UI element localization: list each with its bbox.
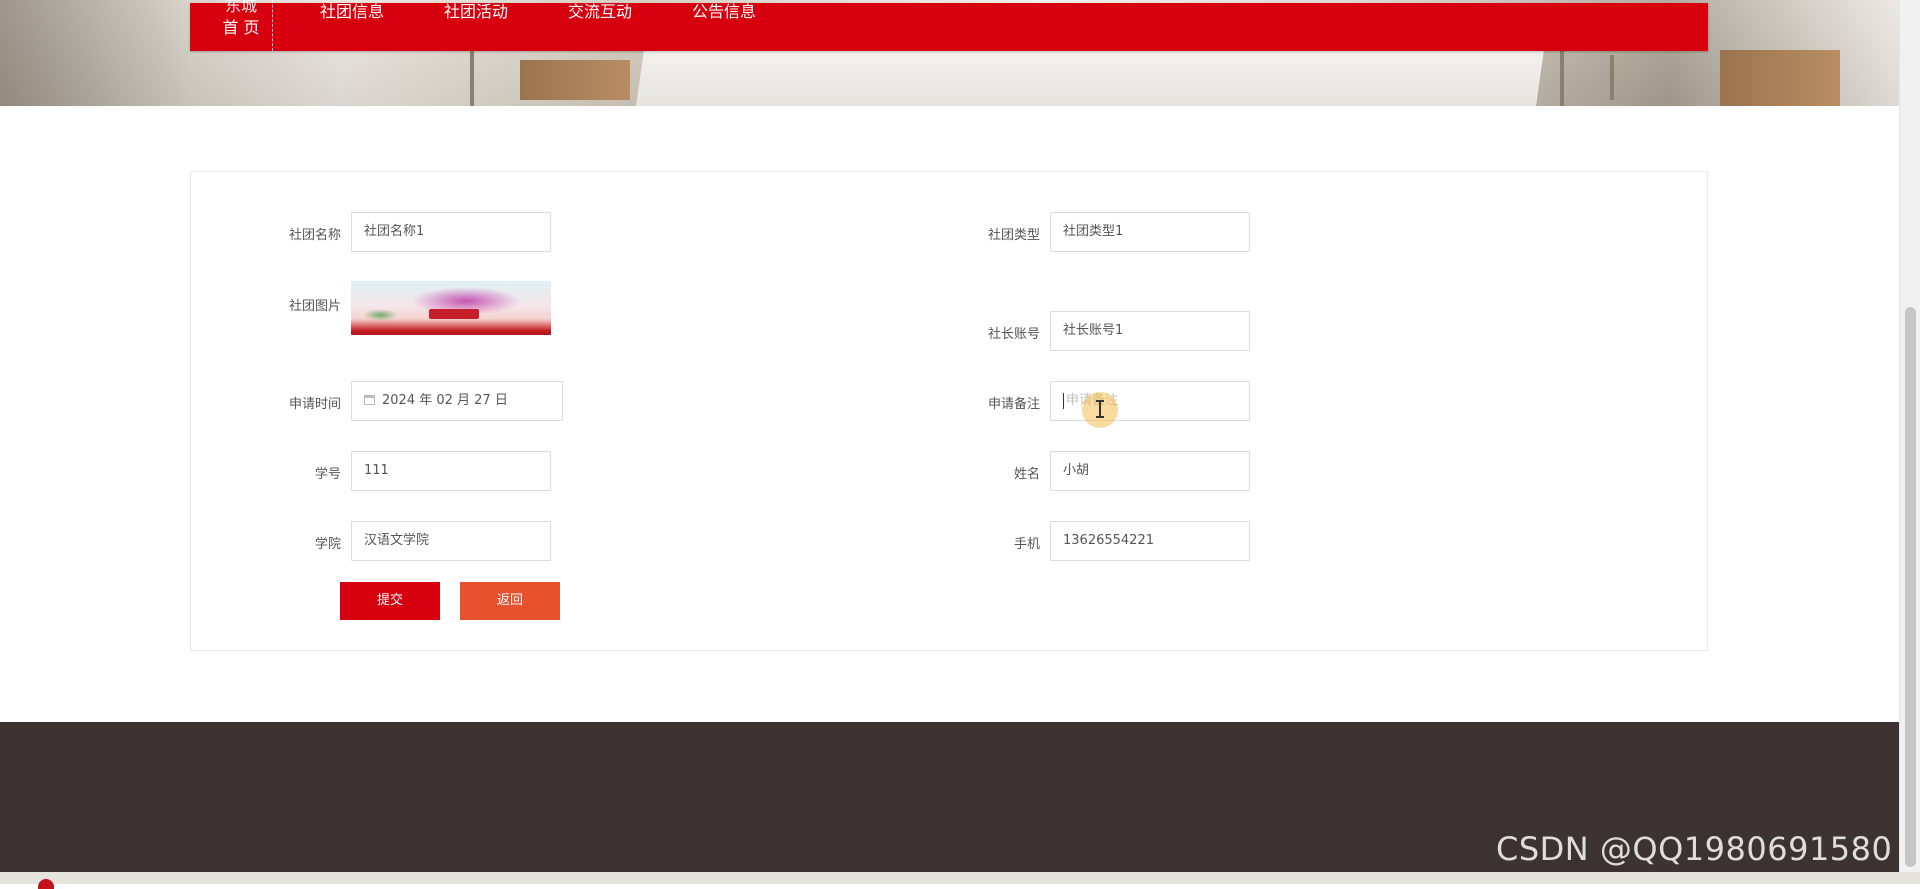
taskbar-strip bbox=[0, 872, 1920, 884]
name-input[interactable]: 小胡 bbox=[1050, 451, 1250, 491]
nav-home[interactable]: 东城 首 页 bbox=[210, 0, 273, 51]
president-account-label: 社长账号 bbox=[987, 327, 1040, 342]
apply-time-value: 2024 年 02 月 27 日 bbox=[382, 393, 508, 408]
ibeam-cursor-icon bbox=[1096, 400, 1104, 418]
banner-floor bbox=[1720, 50, 1840, 106]
nav-club-activities[interactable]: 社团活动 bbox=[444, 3, 508, 33]
nav-home-label: 首 页 bbox=[222, 18, 260, 37]
banner-chair-leg bbox=[1560, 50, 1564, 106]
banner-table bbox=[636, 50, 1544, 106]
college-input[interactable]: 汉语文学院 bbox=[351, 521, 551, 561]
club-image-thumbnail[interactable] bbox=[351, 281, 551, 335]
nav-club-info[interactable]: 社团信息 bbox=[320, 3, 384, 33]
scrollbar-thumb[interactable] bbox=[1905, 307, 1916, 867]
thumbnail-foliage bbox=[363, 309, 398, 321]
club-name-input[interactable]: 社团名称1 bbox=[351, 212, 551, 252]
banner-table-wood bbox=[520, 60, 630, 100]
club-type-input[interactable]: 社团类型1 bbox=[1050, 212, 1250, 252]
banner-chair-leg bbox=[1610, 55, 1614, 100]
phone-label: 手机 bbox=[1013, 537, 1040, 552]
apply-time-label: 申请时间 bbox=[288, 397, 341, 412]
csdn-watermark: CSDN @QQ1980691580 bbox=[1496, 830, 1893, 868]
apply-note-label: 申请备注 bbox=[987, 397, 1040, 412]
club-image-label: 社团图片 bbox=[288, 299, 341, 314]
club-type-label: 社团类型 bbox=[987, 228, 1040, 243]
apply-note-input[interactable]: 申请备注 bbox=[1050, 381, 1250, 421]
submit-button[interactable]: 提交 bbox=[340, 582, 440, 620]
nav-notices[interactable]: 公告信息 bbox=[692, 3, 756, 33]
club-name-label: 社团名称 bbox=[288, 228, 341, 243]
vertical-scrollbar[interactable] bbox=[1899, 0, 1920, 872]
calendar-icon bbox=[364, 394, 375, 405]
thumbnail-banner bbox=[429, 309, 479, 319]
nav-interaction[interactable]: 交流互动 bbox=[568, 3, 632, 33]
phone-input[interactable]: 13626554221 bbox=[1050, 521, 1250, 561]
nav-home-top: 东城 bbox=[224, 0, 257, 15]
notification-dot-icon bbox=[38, 879, 54, 889]
text-caret bbox=[1063, 392, 1064, 409]
banner-shade bbox=[0, 0, 190, 106]
college-label: 学院 bbox=[314, 537, 341, 552]
apply-time-datepicker[interactable]: 2024 年 02 月 27 日 bbox=[351, 381, 563, 421]
back-button[interactable]: 返回 bbox=[460, 582, 560, 620]
name-label: 姓名 bbox=[1013, 467, 1040, 482]
student-id-label: 学号 bbox=[314, 467, 341, 482]
president-account-input[interactable]: 社长账号1 bbox=[1050, 311, 1250, 351]
student-id-input[interactable]: 111 bbox=[351, 451, 551, 491]
main-navbar: 东城 首 页 社团信息 社团活动 交流互动 公告信息 bbox=[190, 0, 1708, 51]
